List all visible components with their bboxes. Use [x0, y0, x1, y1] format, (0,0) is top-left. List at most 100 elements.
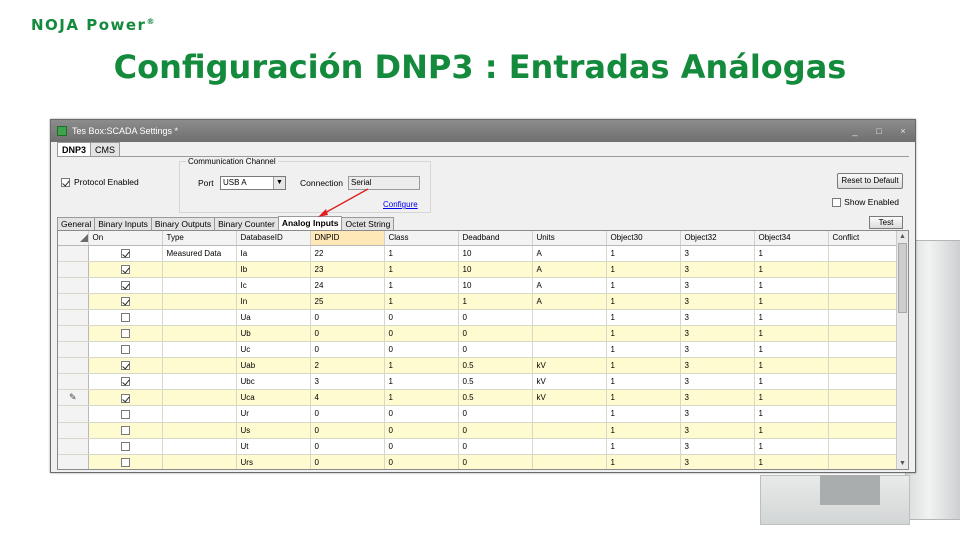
- cell-on[interactable]: [88, 422, 163, 439]
- cell-class[interactable]: 0: [384, 438, 459, 455]
- cell-type[interactable]: [162, 325, 237, 343]
- on-checkbox[interactable]: [120, 264, 130, 274]
- cell-object34[interactable]: 1: [754, 341, 829, 359]
- cell-units[interactable]: [532, 454, 607, 469]
- cell-dnpid[interactable]: 25: [310, 293, 385, 310]
- col-header-dnpid[interactable]: DNPID: [310, 231, 385, 246]
- cell-dnpid[interactable]: 0: [310, 341, 385, 359]
- cell-object30[interactable]: 1: [606, 373, 681, 391]
- row-header[interactable]: [58, 245, 89, 262]
- table-row[interactable]: Urs 0 0 0 1 3 1: [58, 454, 908, 469]
- cell-type[interactable]: [162, 341, 237, 359]
- cell-deadband[interactable]: 10: [458, 261, 533, 278]
- cell-class[interactable]: 1: [384, 277, 459, 294]
- table-row[interactable]: Ut 0 0 0 1 3 1: [58, 438, 908, 455]
- cell-databaseid[interactable]: Ua: [236, 309, 311, 326]
- cell-type[interactable]: [162, 277, 237, 294]
- cell-deadband[interactable]: 10: [458, 245, 533, 262]
- cell-class[interactable]: 1: [384, 357, 459, 375]
- cell-object34[interactable]: 1: [754, 405, 829, 423]
- table-row[interactable]: Ua 0 0 0 1 3 1: [58, 309, 908, 326]
- on-checkbox[interactable]: [120, 425, 130, 435]
- cell-object34[interactable]: 1: [754, 454, 829, 469]
- cell-class[interactable]: 0: [384, 309, 459, 326]
- cell-object30[interactable]: 1: [606, 245, 681, 262]
- row-header[interactable]: ✎: [58, 389, 89, 407]
- chevron-down-icon[interactable]: ▼: [273, 177, 285, 189]
- row-header[interactable]: [58, 438, 89, 455]
- cell-type[interactable]: [162, 438, 237, 455]
- cell-class[interactable]: 1: [384, 293, 459, 310]
- cell-units[interactable]: A: [532, 245, 607, 262]
- cell-deadband[interactable]: 1: [458, 293, 533, 310]
- cell-object34[interactable]: 1: [754, 357, 829, 375]
- configure-link[interactable]: Configure: [383, 200, 418, 209]
- cell-class[interactable]: 0: [384, 422, 459, 439]
- cell-type[interactable]: [162, 357, 237, 375]
- cell-object30[interactable]: 1: [606, 357, 681, 375]
- test-button[interactable]: Test: [869, 216, 903, 229]
- cell-object30[interactable]: 1: [606, 438, 681, 455]
- col-header-units[interactable]: Units: [532, 231, 607, 246]
- cell-on[interactable]: [88, 405, 163, 423]
- col-header-object32[interactable]: Object32: [680, 231, 755, 246]
- cell-databaseid[interactable]: Us: [236, 422, 311, 439]
- cell-deadband[interactable]: 0: [458, 422, 533, 439]
- cell-object30[interactable]: 1: [606, 389, 681, 407]
- cell-deadband[interactable]: 0: [458, 309, 533, 326]
- cell-dnpid[interactable]: 23: [310, 261, 385, 278]
- cell-on[interactable]: [88, 438, 163, 455]
- cell-dnpid[interactable]: 0: [310, 454, 385, 469]
- cell-object30[interactable]: 1: [606, 293, 681, 310]
- cell-object32[interactable]: 3: [680, 454, 755, 469]
- cell-type[interactable]: [162, 373, 237, 391]
- tab-octet-string[interactable]: Octet String: [341, 217, 395, 230]
- cell-databaseid[interactable]: Ub: [236, 325, 311, 343]
- row-header[interactable]: [58, 309, 89, 326]
- scrollbar-thumb[interactable]: [898, 243, 907, 313]
- cell-databaseid[interactable]: Ib: [236, 261, 311, 278]
- table-row[interactable]: Uc 0 0 0 1 3 1: [58, 341, 908, 359]
- cell-deadband[interactable]: 0: [458, 405, 533, 423]
- row-header[interactable]: [58, 325, 89, 343]
- table-row[interactable]: Uab 2 1 0.5 kV 1 3 1: [58, 357, 908, 375]
- cell-on[interactable]: [88, 325, 163, 343]
- cell-databaseid[interactable]: Uab: [236, 357, 311, 375]
- cell-type[interactable]: [162, 293, 237, 310]
- on-checkbox[interactable]: [120, 457, 130, 467]
- cell-units[interactable]: [532, 341, 607, 359]
- cell-on[interactable]: [88, 245, 163, 262]
- tab-binary-outputs[interactable]: Binary Outputs: [150, 217, 216, 230]
- cell-units[interactable]: [532, 405, 607, 423]
- col-header-object34[interactable]: Object34: [754, 231, 829, 246]
- cell-databaseid[interactable]: Uc: [236, 341, 311, 359]
- window-titlebar[interactable]: Tes Box:SCADA Settings * _ □ ×: [51, 120, 915, 142]
- scroll-up-icon[interactable]: ▲: [897, 231, 908, 242]
- on-checkbox[interactable]: [120, 377, 130, 387]
- cell-object34[interactable]: 1: [754, 293, 829, 310]
- cell-type[interactable]: [162, 454, 237, 469]
- cell-object32[interactable]: 3: [680, 309, 755, 326]
- cell-class[interactable]: 0: [384, 325, 459, 343]
- cell-on[interactable]: [88, 341, 163, 359]
- cell-on[interactable]: [88, 373, 163, 391]
- row-header[interactable]: [58, 357, 89, 375]
- cell-dnpid[interactable]: 0: [310, 309, 385, 326]
- cell-object32[interactable]: 3: [680, 293, 755, 310]
- on-checkbox[interactable]: [120, 248, 130, 258]
- cell-deadband[interactable]: 10: [458, 277, 533, 294]
- cell-class[interactable]: 0: [384, 341, 459, 359]
- on-checkbox[interactable]: [120, 345, 130, 355]
- table-row[interactable]: Measured Data Ia 22 1 10 A 1 3 1: [58, 245, 908, 262]
- cell-class[interactable]: 1: [384, 389, 459, 407]
- cell-object30[interactable]: 1: [606, 261, 681, 278]
- cell-class[interactable]: 0: [384, 405, 459, 423]
- maximize-button[interactable]: □: [867, 126, 891, 136]
- cell-object30[interactable]: 1: [606, 277, 681, 294]
- cell-class[interactable]: 1: [384, 261, 459, 278]
- cell-object32[interactable]: 3: [680, 438, 755, 455]
- cell-object32[interactable]: 3: [680, 422, 755, 439]
- reset-to-default-button[interactable]: Reset to Default: [837, 173, 903, 189]
- cell-on[interactable]: [88, 261, 163, 278]
- cell-on[interactable]: [88, 277, 163, 294]
